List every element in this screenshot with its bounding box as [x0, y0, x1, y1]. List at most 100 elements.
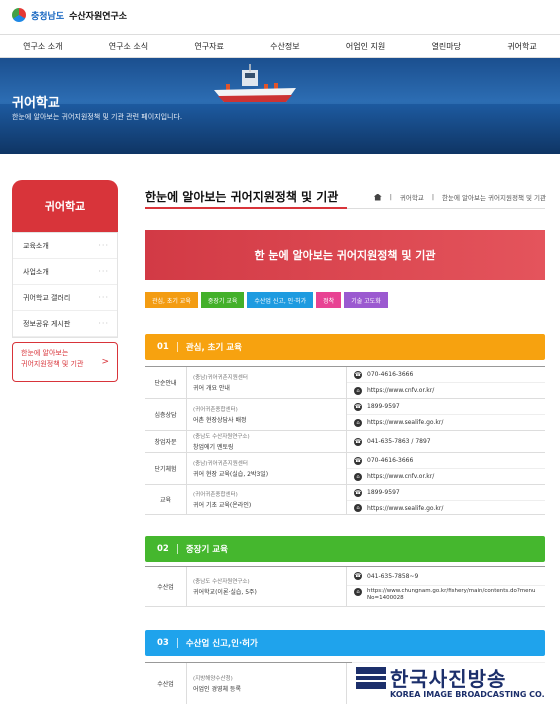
watermark-english: KOREA IMAGE BROADCASTING CO.: [390, 690, 545, 699]
section-number: 03: [157, 638, 169, 648]
row-description: (충남)귀어귀촌지원센터 귀어 현장 교육(실습, 2박3일): [187, 453, 347, 484]
phone-contact[interactable]: ☎ 041-635-7858~9: [347, 567, 545, 585]
row-contacts: ☎ 070-4616-3666 ⌂ https://www.cnfv.or.kr/: [347, 453, 545, 484]
row-category: 심층상담: [145, 399, 187, 430]
row-program: 귀어 기초 교육(온라인): [193, 502, 252, 509]
row-organization: (귀어귀촌종합센터): [193, 407, 238, 413]
content-banner: 한 눈에 알아보는 귀어지원정책 및 기관: [145, 230, 545, 280]
row-program: 창업에기 멘토링: [193, 444, 234, 451]
table-row: 심층상담 (귀어귀촌종합센터) 어촌 현장상담사 배정 ☎ 1899-9597 ⌂…: [145, 399, 545, 431]
sidebar-menu: 교육소개 ··· 사업소개 ··· 귀어학교 갤러리 ··· 정보공유 게시판 …: [12, 232, 118, 338]
breadcrumb-separator: |: [431, 193, 435, 201]
phone-icon: ☎: [354, 437, 362, 446]
sidebar-item-label: 사업소개: [23, 267, 49, 276]
site-header: 충청남도 수산자원연구소: [0, 0, 560, 34]
site-logo[interactable]: 충청남도 수산자원연구소: [12, 8, 127, 22]
breadcrumb-separator: |: [389, 193, 392, 201]
row-program: 어촌 현장상담사 배정: [193, 417, 247, 424]
row-organization: (지방해양수산청): [193, 676, 233, 682]
broadcast-logo-icon: [356, 667, 386, 689]
fishing-boat-icon: [214, 64, 296, 102]
website-link[interactable]: ⌂ https://www.sealife.go.kr/: [347, 414, 545, 430]
row-category: 단기체험: [145, 453, 187, 484]
row-organization: (충남)귀어귀촌지원센터: [193, 375, 248, 381]
title-divider-accent: [145, 207, 347, 209]
watermark: 한국사진방송 KOREA IMAGE BROADCASTING CO.: [352, 661, 560, 704]
website-link[interactable]: ⌂ https://www.sealife.go.kr/: [347, 500, 545, 515]
row-category: 단순안내: [145, 367, 187, 398]
sidebar-item-board[interactable]: 정보공유 게시판 ···: [13, 311, 117, 337]
home-icon: ⌂: [354, 386, 362, 395]
nav-item-about[interactable]: 연구소 소개: [23, 41, 62, 52]
chip-long-term-education[interactable]: 중장기 교육: [200, 292, 245, 308]
more-dots-icon: ···: [98, 319, 109, 328]
home-icon: ⌂: [354, 418, 362, 427]
chip-settlement[interactable]: 정착: [316, 292, 342, 308]
phone-number: 1899-9597: [367, 403, 400, 410]
website-link[interactable]: ⌂ https://www.cnfv.or.kr/: [347, 382, 545, 398]
website-link[interactable]: ⌂ https://www.chungnam.go.kr/fishery/main…: [347, 585, 545, 606]
row-organization: (귀어귀촌종합센터): [193, 492, 238, 498]
phone-contact[interactable]: ☎ 1899-9597: [347, 485, 545, 500]
chip-permits[interactable]: 수산업 신고, 인·허가: [247, 292, 314, 308]
section-header-02: 02 중장기 교육: [145, 536, 545, 562]
section-table-02: 수산업 (충남도 수산자원연구소) 귀어학교(이론·실습, 5주) ☎ 041-6…: [145, 566, 545, 607]
sidebar-item-education[interactable]: 교육소개 ···: [13, 233, 117, 259]
nav-item-news[interactable]: 연구소 소식: [109, 41, 148, 52]
breadcrumb-item[interactable]: 한눈에 알아보는 귀어지원정책 및 기관: [442, 192, 546, 202]
phone-contact[interactable]: ☎ 070-4616-3666: [347, 367, 545, 382]
phone-contact[interactable]: ☎ 041-635-7863 / 7897: [347, 431, 545, 452]
nav-item-research[interactable]: 연구자료: [194, 41, 223, 52]
row-category: 수산업: [145, 663, 187, 704]
table-row: 단기체험 (충남)귀어귀촌지원센터 귀어 현장 교육(실습, 2박3일) ☎ 07…: [145, 453, 545, 485]
home-icon: ⌂: [354, 472, 362, 481]
phone-number: 070-4616-3666: [367, 457, 414, 464]
row-category: 창업자문: [145, 431, 187, 452]
row-category: 교육: [145, 485, 187, 514]
home-icon: ⌂: [354, 504, 362, 512]
page-title: 한눈에 알아보는 귀어지원정책 및 기관: [145, 190, 339, 204]
row-organization: (충남도 수산자원연구소): [193, 434, 250, 440]
row-description: (충남도 수산자원연구소) 귀어학교(이론·실습, 5주): [187, 567, 347, 606]
nav-item-school[interactable]: 귀어학교: [507, 41, 536, 52]
row-contacts: ☎ 041-635-7863 / 7897: [347, 431, 545, 452]
website-link[interactable]: ⌂ https://www.cnfv.or.kr/: [347, 468, 545, 484]
sidebar-item-label: 교육소개: [23, 241, 49, 250]
row-program: 귀어학교(이론·실습, 5주): [193, 589, 257, 596]
phone-icon: ☎: [354, 456, 362, 465]
phone-contact[interactable]: ☎ 1899-9597: [347, 399, 545, 414]
row-category: 수산업: [145, 567, 187, 606]
phone-number: 070-4616-3666: [367, 371, 414, 378]
breadcrumb: | 귀어학교 | 한눈에 알아보는 귀어지원정책 및 기관: [373, 192, 546, 202]
row-description: (귀어귀촌종합센터) 어촌 현장상담사 배정: [187, 399, 347, 430]
nav-item-fishery-info[interactable]: 수산정보: [270, 41, 299, 52]
sidebar-item-label: 정보공유 게시판: [23, 319, 71, 328]
more-dots-icon: ···: [98, 267, 109, 276]
row-organization: (충남)귀어귀촌지원센터: [193, 461, 248, 467]
breadcrumb-item[interactable]: 귀어학교: [400, 192, 424, 202]
logo-name-text: 수산자원연구소: [69, 11, 128, 22]
chip-advanced-tech[interactable]: 기술 고도화: [344, 292, 388, 308]
row-description: (귀어귀촌종합센터) 귀어 기초 교육(온라인): [187, 485, 347, 514]
home-icon: ⌂: [354, 588, 362, 596]
phone-number: 041-635-7858~9: [367, 572, 419, 580]
phone-icon: ☎: [354, 488, 362, 497]
section-header-03: 03 수산업 신고,인·허가: [145, 630, 545, 656]
nav-item-fisher-support[interactable]: 어업인 지원: [346, 41, 385, 52]
chip-initial-education[interactable]: 관심, 초기 교육: [145, 292, 198, 308]
category-chips: 관심, 초기 교육 중장기 교육 수산업 신고, 인·허가 정착 기술 고도화: [145, 292, 388, 308]
banner-subtitle: 한눈에 알아보는 귀어지원정책 및 기관 관련 페이지입니다.: [12, 113, 183, 121]
table-row: 단순안내 (충남)귀어귀촌지원센터 귀어 개요 안내 ☎ 070-4616-366…: [145, 367, 545, 399]
content-banner-text: 한 눈에 알아보는 귀어지원정책 및 기관: [254, 249, 436, 262]
section-divider: [176, 638, 178, 648]
sidebar-active-line2: 귀어지원정책 및 기관: [21, 360, 84, 368]
phone-number: 1899-9597: [367, 489, 400, 496]
home-icon[interactable]: [373, 193, 382, 201]
section-title: 관심, 초기 교육: [185, 343, 242, 353]
nav-item-open-forum[interactable]: 열린마당: [432, 41, 461, 52]
sidebar-item-business[interactable]: 사업소개 ···: [13, 259, 117, 285]
sidebar-item-gallery[interactable]: 귀어학교 갤러리 ···: [13, 285, 117, 311]
sidebar-item-policy-guide[interactable]: 한눈에 알아보는 귀어지원정책 및 기관 >: [12, 342, 118, 382]
row-organization: (충남도 수산자원연구소): [193, 579, 250, 585]
phone-contact[interactable]: ☎ 070-4616-3666: [347, 453, 545, 468]
